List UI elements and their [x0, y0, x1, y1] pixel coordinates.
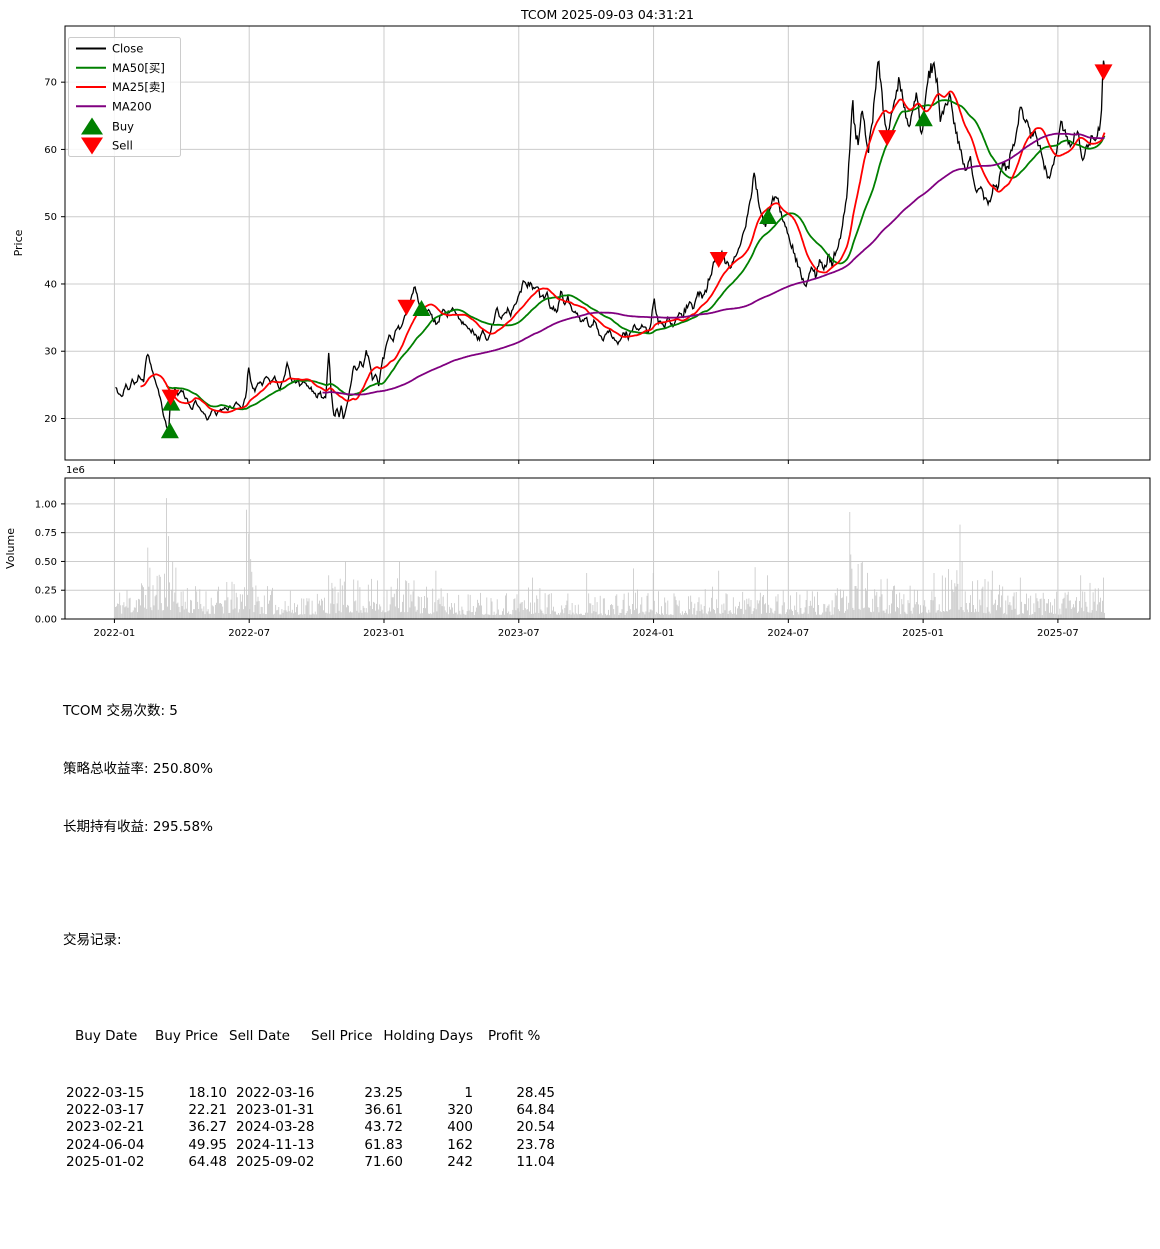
- trade-cell-buy-date: 2022-03-15: [63, 1085, 155, 1102]
- trade-count-line: TCOM 交易次数: 5: [63, 702, 557, 721]
- col-profit-pct: Profit %: [473, 1028, 557, 1045]
- gridlines: [65, 26, 1150, 619]
- price-ytick-label: 70: [44, 78, 57, 89]
- stats-block: TCOM 交易次数: 5 策略总收益率: 250.80% 长期持有收益: 295…: [63, 663, 557, 1249]
- tick-labels: 20 30 40 50 60 70 0.00 0.25 0.50 0.75 1.00 2022-01 2…: [35, 78, 1079, 639]
- trade-cell-sell-date: 2022-03-16: [227, 1085, 311, 1102]
- price-ytick-label: 60: [44, 145, 57, 156]
- legend-label: Close: [112, 42, 143, 56]
- legend-label: Sell: [112, 139, 133, 153]
- trade-cell-buy-date: 2022-03-17: [63, 1102, 155, 1119]
- trade-row: 2022-03-1722.212023-01-3136.6132064.84: [63, 1102, 557, 1119]
- trade-cell-profit-pct: 23.78: [473, 1137, 555, 1154]
- price-ytick-label: 40: [44, 279, 57, 290]
- col-buy-price: Buy Price: [155, 1028, 227, 1045]
- trade-cell-profit-pct: 64.84: [473, 1102, 555, 1119]
- trade-cell-sell-price: 36.61: [311, 1102, 403, 1119]
- trade-cell-sell-price: 71.60: [311, 1154, 403, 1171]
- trade-cell-sell-date: 2024-03-28: [227, 1119, 311, 1136]
- price-volume-chart: 20 30 40 50 60 70 0.00 0.25 0.50 0.75 1.00 2022-01 2…: [0, 0, 1160, 650]
- trade-cell-sell-price: 23.25: [311, 1085, 403, 1102]
- ma25-line: [141, 91, 1105, 412]
- volume-ytick-label: 0.25: [35, 586, 57, 597]
- trade-cell-sell-price: 43.72: [311, 1119, 403, 1136]
- x-tick-label: 2024-01: [633, 628, 675, 639]
- trade-row: 2024-06-0449.952024-11-1361.8316223.78: [63, 1137, 557, 1154]
- trade-cell-sell-price: 61.83: [311, 1137, 403, 1154]
- col-sell-date: Sell Date: [227, 1028, 311, 1045]
- trade-cell-profit-pct: 28.45: [473, 1085, 555, 1102]
- volume-scale-label: 1e6: [66, 465, 85, 476]
- x-tick-label: 2024-07: [767, 628, 809, 639]
- ma50-line: [167, 100, 1105, 409]
- legend-label: MA50[买]: [112, 61, 165, 75]
- trade-row: 2022-03-1518.102022-03-1623.25128.45: [63, 1085, 557, 1102]
- col-buy-date: Buy Date: [63, 1028, 155, 1045]
- trade-cell-buy-price: 49.95: [155, 1137, 227, 1154]
- volume-axis-label: Volume: [4, 528, 17, 569]
- trade-cell-holding-days: 242: [403, 1154, 473, 1171]
- price-ytick-label: 20: [44, 414, 57, 425]
- x-tick-label: 2023-07: [498, 628, 540, 639]
- trade-cell-holding-days: 162: [403, 1137, 473, 1154]
- trade-cell-buy-date: 2025-01-02: [63, 1154, 155, 1171]
- hold-return-line: 长期持有收益: 295.58%: [63, 818, 557, 837]
- volume-ytick-label: 0.00: [35, 615, 57, 626]
- stock-strategy-figure: 20 30 40 50 60 70 0.00 0.25 0.50 0.75 1.00 2022-01 2…: [0, 0, 1160, 869]
- trade-cell-buy-price: 64.48: [155, 1154, 227, 1171]
- trade-cell-sell-date: 2025-09-02: [227, 1154, 311, 1171]
- x-tick-label: 2025-01: [902, 628, 944, 639]
- trade-cell-holding-days: 1: [403, 1085, 473, 1102]
- trade-row: 2023-02-2136.272024-03-2843.7240020.54: [63, 1119, 557, 1136]
- volume-ytick-label: 1.00: [35, 499, 57, 510]
- trade-cell-sell-date: 2024-11-13: [227, 1137, 311, 1154]
- volume-bars: [115, 498, 1105, 619]
- volume-ytick-label: 0.50: [35, 557, 57, 568]
- col-sell-price: Sell Price: [311, 1028, 371, 1045]
- legend-label: MA25[卖]: [112, 80, 165, 94]
- legend: Close MA50[买] MA25[卖] MA200 Buy Sell: [69, 38, 181, 157]
- price-axis-label: Price: [12, 229, 25, 256]
- trade-cell-buy-price: 18.10: [155, 1085, 227, 1102]
- legend-label: MA200: [112, 99, 152, 113]
- trades-table: Buy Date Buy Price Sell Date Sell Price …: [63, 990, 557, 1211]
- trade-records-title: 交易记录:: [63, 931, 557, 950]
- trade-row: 2025-01-0264.482025-09-0271.6024211.04: [63, 1154, 557, 1171]
- axes: [61, 26, 1150, 623]
- price-ytick-label: 50: [44, 212, 57, 223]
- x-tick-label: 2023-01: [363, 628, 405, 639]
- trade-cell-buy-price: 36.27: [155, 1119, 227, 1136]
- volume-ytick-label: 0.75: [35, 528, 57, 539]
- trade-cell-buy-date: 2024-06-04: [63, 1137, 155, 1154]
- trade-cell-sell-date: 2023-01-31: [227, 1102, 311, 1119]
- trade-cell-buy-price: 22.21: [155, 1102, 227, 1119]
- close-line: [116, 61, 1105, 432]
- trade-cell-profit-pct: 20.54: [473, 1119, 555, 1136]
- chart-title: TCOM 2025-09-03 04:31:21: [520, 7, 694, 22]
- price-ytick-label: 30: [44, 347, 57, 358]
- trades-rows: 2022-03-1518.102022-03-1623.25128.452022…: [63, 1085, 557, 1172]
- spacer: [63, 876, 557, 892]
- strategy-return-line: 策略总收益率: 250.80%: [63, 760, 557, 779]
- trade-cell-holding-days: 320: [403, 1102, 473, 1119]
- trades-table-header: Buy Date Buy Price Sell Date Sell Price …: [63, 1028, 557, 1045]
- x-tick-label: 2025-07: [1037, 628, 1079, 639]
- legend-label: Buy: [112, 120, 134, 134]
- trade-cell-profit-pct: 11.04: [473, 1154, 555, 1171]
- trade-cell-buy-date: 2023-02-21: [63, 1119, 155, 1136]
- x-tick-label: 2022-07: [228, 628, 270, 639]
- col-holding-days: Holding Days: [371, 1028, 473, 1045]
- trade-cell-holding-days: 400: [403, 1119, 473, 1136]
- x-tick-label: 2022-01: [94, 628, 136, 639]
